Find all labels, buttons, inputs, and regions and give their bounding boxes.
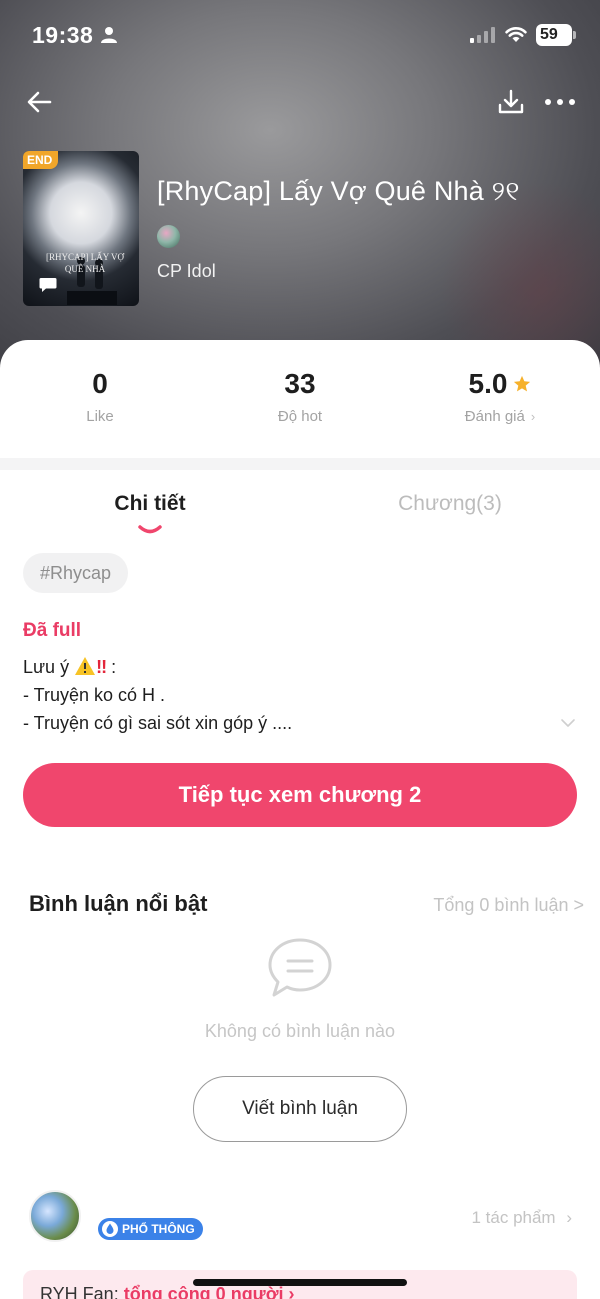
person-icon — [101, 27, 117, 43]
status-bar: 19:38 59 — [0, 0, 600, 70]
stat-like: 0 Like — [0, 368, 200, 425]
tab-active-indicator — [138, 525, 162, 534]
tab-bar: Chi tiết Chương(3) — [0, 480, 600, 540]
author-row[interactable]: PHỔ THÔNG 1 tác phẩm › — [0, 1188, 600, 1248]
book-cover[interactable]: END [RHYCAP] LẤY VỢ QUÊ NHÀ — [23, 151, 139, 306]
battery-indicator: 59 — [536, 24, 576, 46]
chevron-down-icon[interactable] — [560, 718, 576, 728]
tab-chapters[interactable]: Chương(3) — [300, 492, 600, 516]
tab-details[interactable]: Chi tiết — [0, 492, 300, 516]
star-icon — [514, 375, 531, 392]
detail-sheet: 0 Like 33 Độ hot 5.0 Đánh giá › Chi tiết … — [0, 340, 600, 1299]
double-exclamation-icon: !! — [96, 657, 107, 677]
completion-status: Đã full — [23, 620, 82, 641]
fan-count-link[interactable]: tổng cộng 0 người › — [124, 1284, 295, 1299]
water-drop-icon — [102, 1221, 118, 1237]
hero-header: 19:38 59 END [RHYCAP] LẤY VỢ QUÊ NHÀ [Rh… — [0, 0, 600, 372]
cellular-signal-icon — [470, 27, 495, 43]
empty-comments-text: Không có bình luận nào — [204, 1021, 396, 1041]
chat-bubble-icon — [39, 278, 57, 292]
status-time: 19:38 — [32, 22, 94, 48]
tag-chip[interactable]: #Rhycap — [23, 553, 129, 593]
empty-comment-icon — [268, 938, 332, 997]
home-indicator — [193, 1279, 407, 1286]
rating-value: 5.0 — [468, 368, 508, 399]
download-icon[interactable] — [496, 86, 526, 118]
rating-label: Đánh giá — [464, 408, 525, 425]
book-title: [RhyCap] Lấy Vợ Quê Nhà ୨୧ — [157, 176, 520, 206]
end-badge: END — [23, 151, 59, 169]
cover-caption: [RHYCAP] LẤY VỢ QUÊ NHÀ — [45, 252, 124, 274]
description-line: - Truyện ko có H . — [23, 685, 166, 705]
works-count-link[interactable]: 1 tác phẩm › — [471, 1208, 572, 1228]
level-badge: PHỔ THÔNG — [98, 1218, 203, 1240]
stat-hot: 33 Độ hot — [200, 368, 400, 425]
back-button[interactable] — [24, 86, 56, 118]
author-avatar[interactable] — [157, 225, 180, 248]
fan-prefix: RYH Fan: — [40, 1284, 124, 1299]
comments-total-link[interactable]: Tổng 0 bình luận > — [433, 895, 584, 916]
stat-rating[interactable]: 5.0 Đánh giá › — [400, 368, 600, 425]
stats-row: 0 Like 33 Độ hot 5.0 Đánh giá › — [0, 340, 600, 458]
author-avatar-large[interactable] — [29, 1190, 81, 1242]
comments-title: Bình luận nổi bật — [29, 891, 208, 916]
section-divider — [0, 458, 600, 470]
author-name[interactable]: CP Idol — [157, 261, 216, 282]
like-label: Like — [86, 408, 114, 425]
warning-icon — [75, 657, 96, 675]
description-line: - Truyện có gì sai sót xin góp ý .... — [23, 713, 293, 733]
more-options-icon[interactable] — [542, 86, 578, 118]
hot-label: Độ hot — [277, 408, 323, 425]
like-count: 0 — [92, 368, 108, 399]
status-icons: 59 — [470, 24, 576, 46]
story-description[interactable]: Lưu ý !! : - Truyện ko có H . - Truyện c… — [23, 653, 553, 737]
write-comment-button[interactable]: Viết bình luận — [193, 1076, 407, 1142]
note-line: Lưu ý !! : — [23, 657, 117, 677]
hot-count: 33 — [284, 368, 316, 399]
chevron-right-icon: › — [530, 409, 536, 424]
continue-reading-button[interactable]: Tiếp tục xem chương 2 — [23, 763, 577, 827]
wifi-icon — [505, 27, 527, 42]
